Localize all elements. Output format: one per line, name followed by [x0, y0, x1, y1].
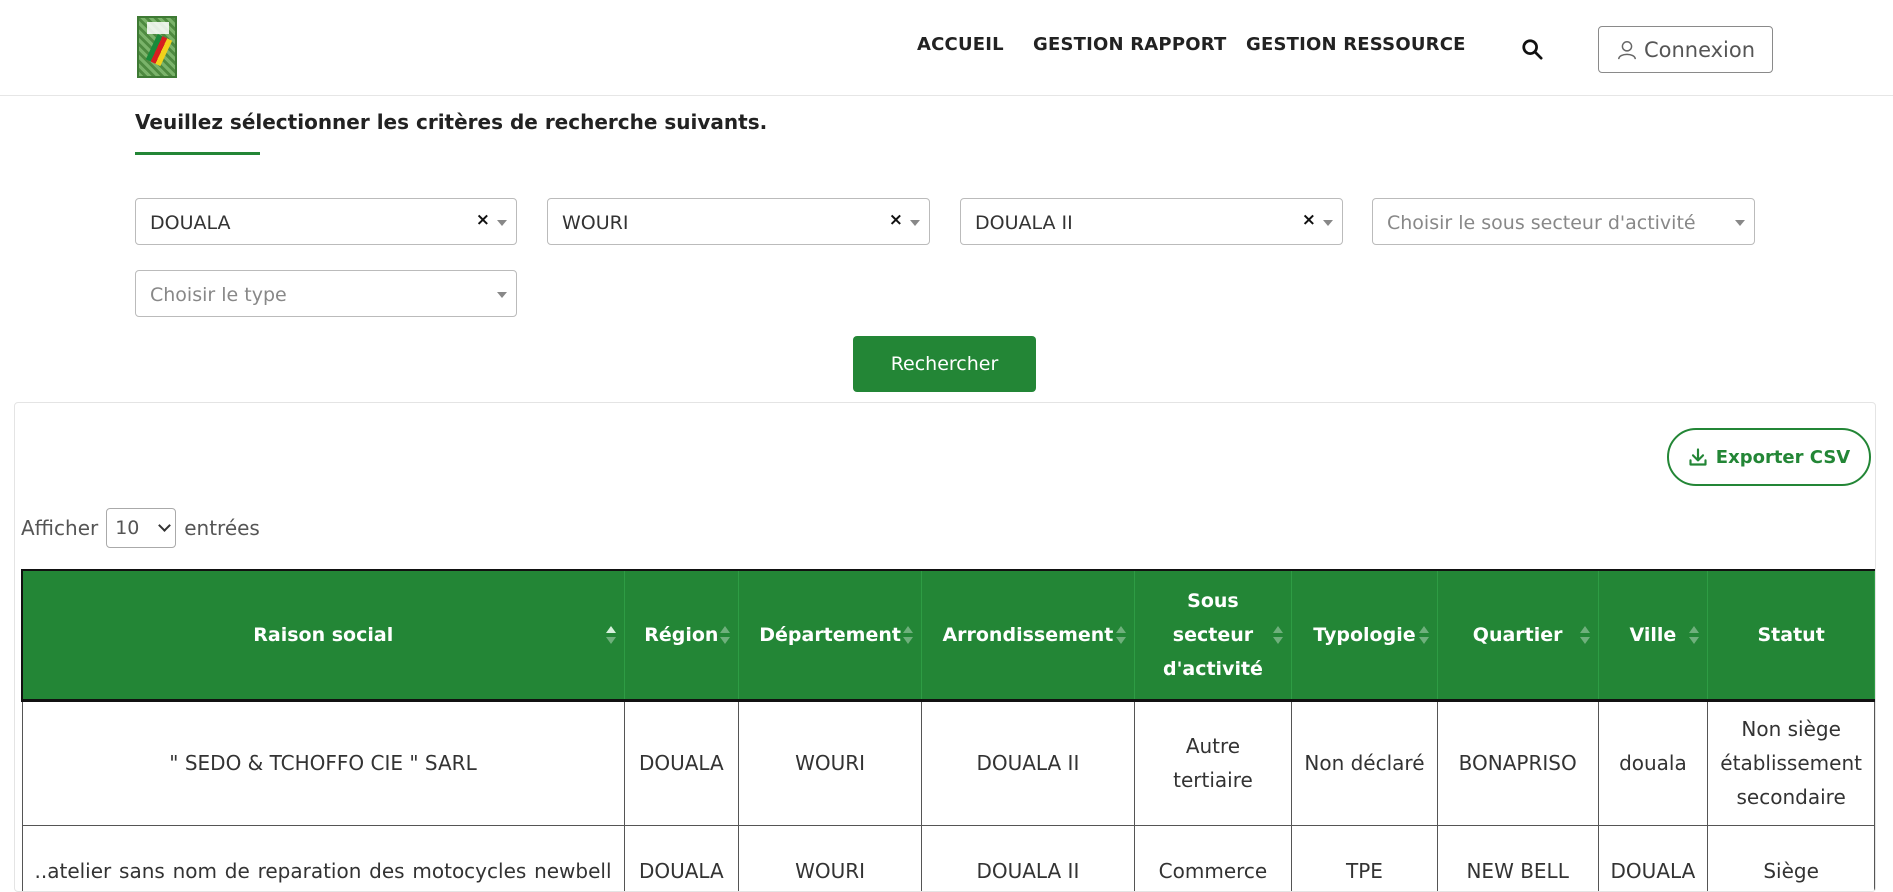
show-label: Afficher	[21, 516, 99, 540]
search-icon[interactable]	[1521, 38, 1543, 60]
column-header-ville[interactable]: Ville	[1598, 569, 1709, 702]
cell-region: DOUALA	[624, 700, 740, 826]
nav-accueil[interactable]: ACCUEIL	[917, 34, 1004, 55]
region-value: DOUALA	[150, 212, 231, 234]
clear-departement-icon[interactable]: ×	[889, 210, 903, 230]
column-header-region[interactable]: Région	[624, 569, 740, 702]
chevron-down-icon	[1735, 220, 1745, 226]
sort-icon	[1689, 625, 1700, 644]
type-placeholder: Choisir le type	[150, 284, 287, 306]
column-header-statut[interactable]: Statut	[1707, 569, 1875, 702]
departement-value: WOURI	[562, 212, 629, 234]
login-label: Connexion	[1643, 37, 1756, 62]
site-logo[interactable]	[137, 16, 177, 78]
title-underline	[135, 152, 260, 155]
sort-asc-icon	[605, 625, 616, 644]
chevron-down-icon	[910, 220, 920, 226]
column-header-arrondissement[interactable]: Arrondissement	[921, 569, 1135, 702]
type-select[interactable]: Choisir le type	[135, 270, 517, 317]
cell-statut: Non siège établissement secondaire	[1707, 700, 1875, 826]
chevron-down-icon	[158, 519, 172, 532]
search-button[interactable]: Rechercher	[853, 336, 1036, 392]
column-header-departement[interactable]: Département	[738, 569, 923, 702]
sort-icon	[903, 625, 914, 644]
sort-icon	[1418, 625, 1429, 644]
departement-select[interactable]: WOURI ×	[547, 198, 930, 245]
entries-label: entrées	[184, 516, 260, 540]
logo-flag	[145, 33, 173, 67]
cell-region: DOUALA	[624, 825, 740, 891]
login-button[interactable]: Connexion	[1598, 26, 1773, 73]
nav-gestion-ressource[interactable]: GESTION RESSOURCE	[1246, 34, 1466, 55]
page-length-select[interactable]: 10	[106, 508, 177, 548]
page-length-control: Afficher 10 entrées	[21, 508, 260, 548]
top-navbar: ACCUEIL GESTION RAPPORT GESTION RESSOURC…	[0, 0, 1893, 96]
user-icon	[1617, 40, 1636, 59]
cell-ville: douala	[1598, 700, 1709, 826]
nav-gestion-rapport[interactable]: GESTION RAPPORT	[1033, 34, 1226, 55]
table-header-row: Raison social Région Département Arrondi…	[20, 569, 1875, 702]
results-table: Raison social Région Département Arrondi…	[20, 569, 1875, 891]
cell-departement: WOURI	[738, 700, 923, 826]
page-length-value: 10	[115, 517, 140, 539]
download-icon	[1689, 448, 1707, 466]
column-header-sous-secteur[interactable]: Sous secteur d'activité	[1134, 569, 1293, 702]
sort-icon	[1579, 625, 1590, 644]
cell-arrondissement: DOUALA II	[921, 825, 1135, 891]
cell-statut: Siège	[1707, 825, 1875, 891]
cell-typologie: TPE	[1291, 825, 1438, 891]
clear-arrondissement-icon[interactable]: ×	[1302, 210, 1316, 230]
cell-quartier: BONAPRISO	[1437, 700, 1599, 826]
sous-secteur-select[interactable]: Choisir le sous secteur d'activité	[1372, 198, 1755, 245]
table-row[interactable]: " SEDO & TCHOFFO CIE " SARL DOUALA WOURI…	[21, 700, 1875, 826]
export-csv-button[interactable]: Exporter CSV	[1667, 428, 1871, 486]
chevron-down-icon	[497, 220, 507, 226]
chevron-down-icon	[1323, 220, 1333, 226]
cell-arrondissement: DOUALA II	[921, 700, 1135, 826]
clear-region-icon[interactable]: ×	[476, 210, 490, 230]
cell-departement: WOURI	[738, 825, 923, 891]
sort-icon	[1115, 625, 1126, 644]
chevron-down-icon	[497, 292, 507, 298]
column-header-raison-social[interactable]: Raison social	[20, 569, 625, 702]
cell-raison-social: " SEDO & TCHOFFO CIE " SARL	[21, 700, 625, 826]
arrondissement-value: DOUALA II	[975, 212, 1073, 234]
region-select[interactable]: DOUALA ×	[135, 198, 517, 245]
export-csv-label: Exporter CSV	[1715, 446, 1851, 468]
cell-quartier: NEW BELL	[1437, 825, 1599, 891]
table-row[interactable]: ..atelier sans nom de reparation des mot…	[21, 825, 1875, 891]
cell-sous-secteur: Commerce	[1134, 825, 1293, 891]
results-panel: Exporter CSV Afficher 10 entrées Raison …	[14, 402, 1876, 892]
cell-raison-social: ..atelier sans nom de reparation des mot…	[21, 825, 625, 891]
cell-ville: DOUALA	[1598, 825, 1709, 891]
cell-sous-secteur: Autre tertiaire	[1134, 700, 1293, 826]
sous-secteur-placeholder: Choisir le sous secteur d'activité	[1387, 212, 1696, 234]
sort-icon	[720, 625, 731, 644]
column-header-typologie[interactable]: Typologie	[1291, 569, 1438, 702]
arrondissement-select[interactable]: DOUALA II ×	[960, 198, 1343, 245]
column-header-quartier[interactable]: Quartier	[1437, 569, 1599, 702]
logo-emblem	[147, 22, 169, 34]
cell-typologie: Non déclaré	[1291, 700, 1438, 826]
criteria-title: Veuillez sélectionner les critères de re…	[135, 110, 768, 134]
sort-icon	[1273, 625, 1284, 644]
